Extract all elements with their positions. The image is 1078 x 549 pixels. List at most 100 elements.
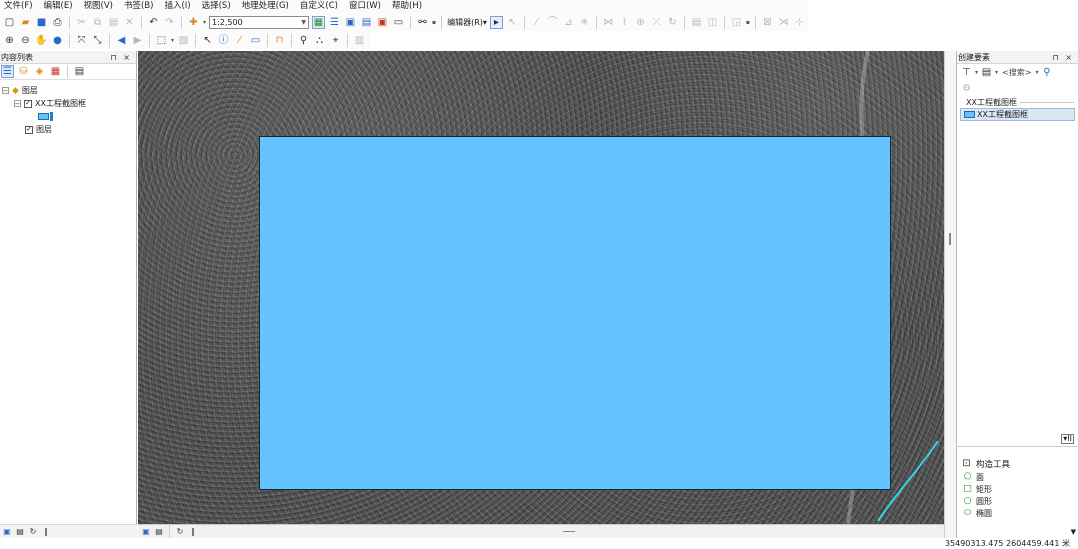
search-window-icon[interactable]: ▤	[360, 16, 373, 29]
pause-drawing-icon[interactable]: ∥	[188, 527, 198, 537]
collapse-icon[interactable]: −	[14, 100, 21, 107]
toolbar-options-icon[interactable]: ▪	[432, 19, 436, 26]
fixed-zoom-in-icon[interactable]: ⤧	[75, 34, 88, 47]
edit-vertices-icon[interactable]: ⋈	[602, 16, 615, 29]
straight-segment-icon[interactable]: ⁄	[530, 16, 543, 29]
toolbar-options-icon[interactable]: ▪	[746, 19, 750, 26]
add-data-dropdown-icon[interactable]: ▾	[203, 19, 206, 26]
editor-toolbar-icon[interactable]: ▦	[312, 15, 326, 29]
collapse-icon[interactable]: −	[2, 87, 9, 94]
time-slider-icon[interactable]: ▥	[353, 34, 366, 47]
map-scroll-grip[interactable]	[563, 531, 575, 532]
image-layer-visibility-checkbox[interactable]: ✓	[25, 125, 33, 134]
toc-options-icon[interactable]: ▤	[73, 65, 86, 78]
table-of-contents-icon[interactable]: ☰	[328, 16, 341, 29]
toc-panel-controls[interactable]: ⊓ ×	[111, 53, 133, 62]
menu-selection[interactable]: 选择(S)	[202, 0, 231, 13]
chevron-down-icon[interactable]: ▾	[995, 69, 998, 76]
pause-drawing-icon[interactable]: ∥	[41, 527, 51, 537]
trace-icon[interactable]: ⊿	[562, 16, 575, 29]
undo-icon[interactable]: ↶	[147, 16, 160, 29]
data-view-icon[interactable]: ▣	[141, 527, 151, 537]
filter-templates-icon[interactable]: ▤	[980, 66, 993, 79]
create-features-panel-controls[interactable]: ⊓ ×	[1053, 53, 1075, 62]
measure-icon[interactable]: ⊓	[273, 34, 286, 47]
hyperlink-icon[interactable]: ▭	[249, 34, 262, 47]
menu-bookmarks[interactable]: 书签(B)	[124, 0, 153, 13]
menu-insert[interactable]: 插入(I)	[164, 0, 190, 13]
select-elements-icon[interactable]: ↖	[201, 34, 214, 47]
chevron-down-icon[interactable]: ▾	[975, 69, 978, 76]
open-folder-icon[interactable]: ▰	[19, 16, 32, 29]
copy-icon[interactable]: ⧉	[91, 16, 104, 29]
clear-selection-icon[interactable]: ▧	[177, 34, 190, 47]
toc-root-row[interactable]: − ◆ 图层	[0, 84, 136, 97]
template-search-input[interactable]: <搜索>	[1000, 67, 1033, 78]
list-by-drawing-order-icon[interactable]: ☰	[1, 65, 14, 78]
cut-polygons-icon[interactable]: ⊕	[634, 16, 647, 29]
list-by-source-icon[interactable]: ⛁	[17, 65, 30, 78]
pan-icon[interactable]: ✋	[35, 34, 48, 47]
organize-templates-icon[interactable]: ⊤	[960, 66, 973, 79]
layout-view-icon[interactable]: ▤	[15, 527, 25, 537]
select-dropdown-icon[interactable]: ▾	[171, 37, 174, 44]
menu-windows[interactable]: 窗口(W)	[349, 0, 381, 13]
point-icon[interactable]: ✳	[578, 16, 591, 29]
create-features-icon[interactable]: ◲	[730, 16, 743, 29]
zoom-in-icon[interactable]: ⊕	[3, 34, 16, 47]
list-by-selection-icon[interactable]: ▦	[49, 65, 62, 78]
go-to-xy-icon[interactable]: ⌖	[329, 34, 342, 47]
shared-edge-icon[interactable]: ⋊	[777, 16, 790, 29]
polygon-symbol-swatch[interactable]	[38, 113, 49, 120]
paste-icon[interactable]: ▤	[107, 16, 120, 29]
html-popup-icon[interactable]: ⁄	[233, 34, 246, 47]
tool-ellipse[interactable]: ⬭ 椭圆	[957, 507, 1078, 519]
menu-customize[interactable]: 自定义(C)	[300, 0, 338, 13]
select-features-icon[interactable]: ⬚	[155, 34, 168, 47]
end-point-arc-icon[interactable]: ⌒	[546, 16, 559, 29]
layout-view-icon[interactable]: ▤	[154, 527, 164, 537]
forward-extent-icon[interactable]: ▶	[131, 34, 144, 47]
tool-rectangle[interactable]: □ 矩形	[957, 483, 1078, 495]
menu-geoprocessing[interactable]: 地理处理(G)	[242, 0, 289, 13]
search-icon[interactable]: ⚲	[1040, 66, 1053, 79]
attributes-icon[interactable]: ▤	[690, 16, 703, 29]
menu-file[interactable]: 文件(F)	[4, 0, 33, 13]
arctoolbox-icon[interactable]: ▣	[376, 16, 389, 29]
chevron-down-icon[interactable]: ▾	[1035, 69, 1038, 76]
panel-resize-grip[interactable]: ▾ⅠⅠ	[1061, 434, 1074, 444]
add-data-icon[interactable]: ✚	[187, 16, 200, 29]
edit-tool-icon[interactable]: ▸	[489, 15, 503, 29]
toc-legend-row[interactable]	[0, 110, 136, 123]
delete-icon[interactable]: ✕	[123, 16, 136, 29]
cut-icon[interactable]: ✂	[75, 16, 88, 29]
refresh-icon[interactable]: ↻	[28, 527, 38, 537]
scroll-down-icon[interactable]: ▼	[1071, 528, 1076, 536]
fixed-zoom-out-icon[interactable]: ⤡	[91, 34, 104, 47]
save-icon[interactable]: ■	[35, 16, 48, 29]
split-tool-icon[interactable]: ⤫	[650, 16, 663, 29]
find-route-icon[interactable]: ⛬	[313, 34, 326, 47]
panel-splitter[interactable]	[944, 51, 956, 538]
editor-menu-button[interactable]: 编辑器(R)▾	[447, 17, 487, 28]
model-builder-icon[interactable]: ⚯	[416, 16, 429, 29]
toc-feature-layer-row[interactable]: − ✓ XX工程截图框	[0, 97, 136, 110]
list-by-visibility-icon[interactable]: ◈	[33, 65, 46, 78]
edit-annotation-icon[interactable]: ↖	[506, 16, 519, 29]
tool-polygon[interactable]: ⬠ 面	[957, 471, 1078, 483]
reshape-feature-icon[interactable]: ⌇	[618, 16, 631, 29]
properties-icon[interactable]: ⚙	[960, 82, 973, 95]
menu-view[interactable]: 视图(V)	[84, 0, 113, 13]
find-icon[interactable]: ⚲	[297, 34, 310, 47]
menu-help[interactable]: 帮助(H)	[392, 0, 422, 13]
zoom-out-icon[interactable]: ⊖	[19, 34, 32, 47]
feature-layer-visibility-checkbox[interactable]: ✓	[24, 99, 32, 108]
refresh-icon[interactable]: ↻	[175, 527, 185, 537]
catalog-icon[interactable]: ▣	[344, 16, 357, 29]
python-window-icon[interactable]: ▭	[392, 16, 405, 29]
topology-edit-icon[interactable]: ⊠	[761, 16, 774, 29]
project-frame-polygon[interactable]	[259, 136, 891, 490]
extend-icon[interactable]: ⊹	[793, 16, 806, 29]
menu-edit[interactable]: 编辑(E)	[44, 0, 73, 13]
data-view-icon[interactable]: ▣	[2, 527, 12, 537]
